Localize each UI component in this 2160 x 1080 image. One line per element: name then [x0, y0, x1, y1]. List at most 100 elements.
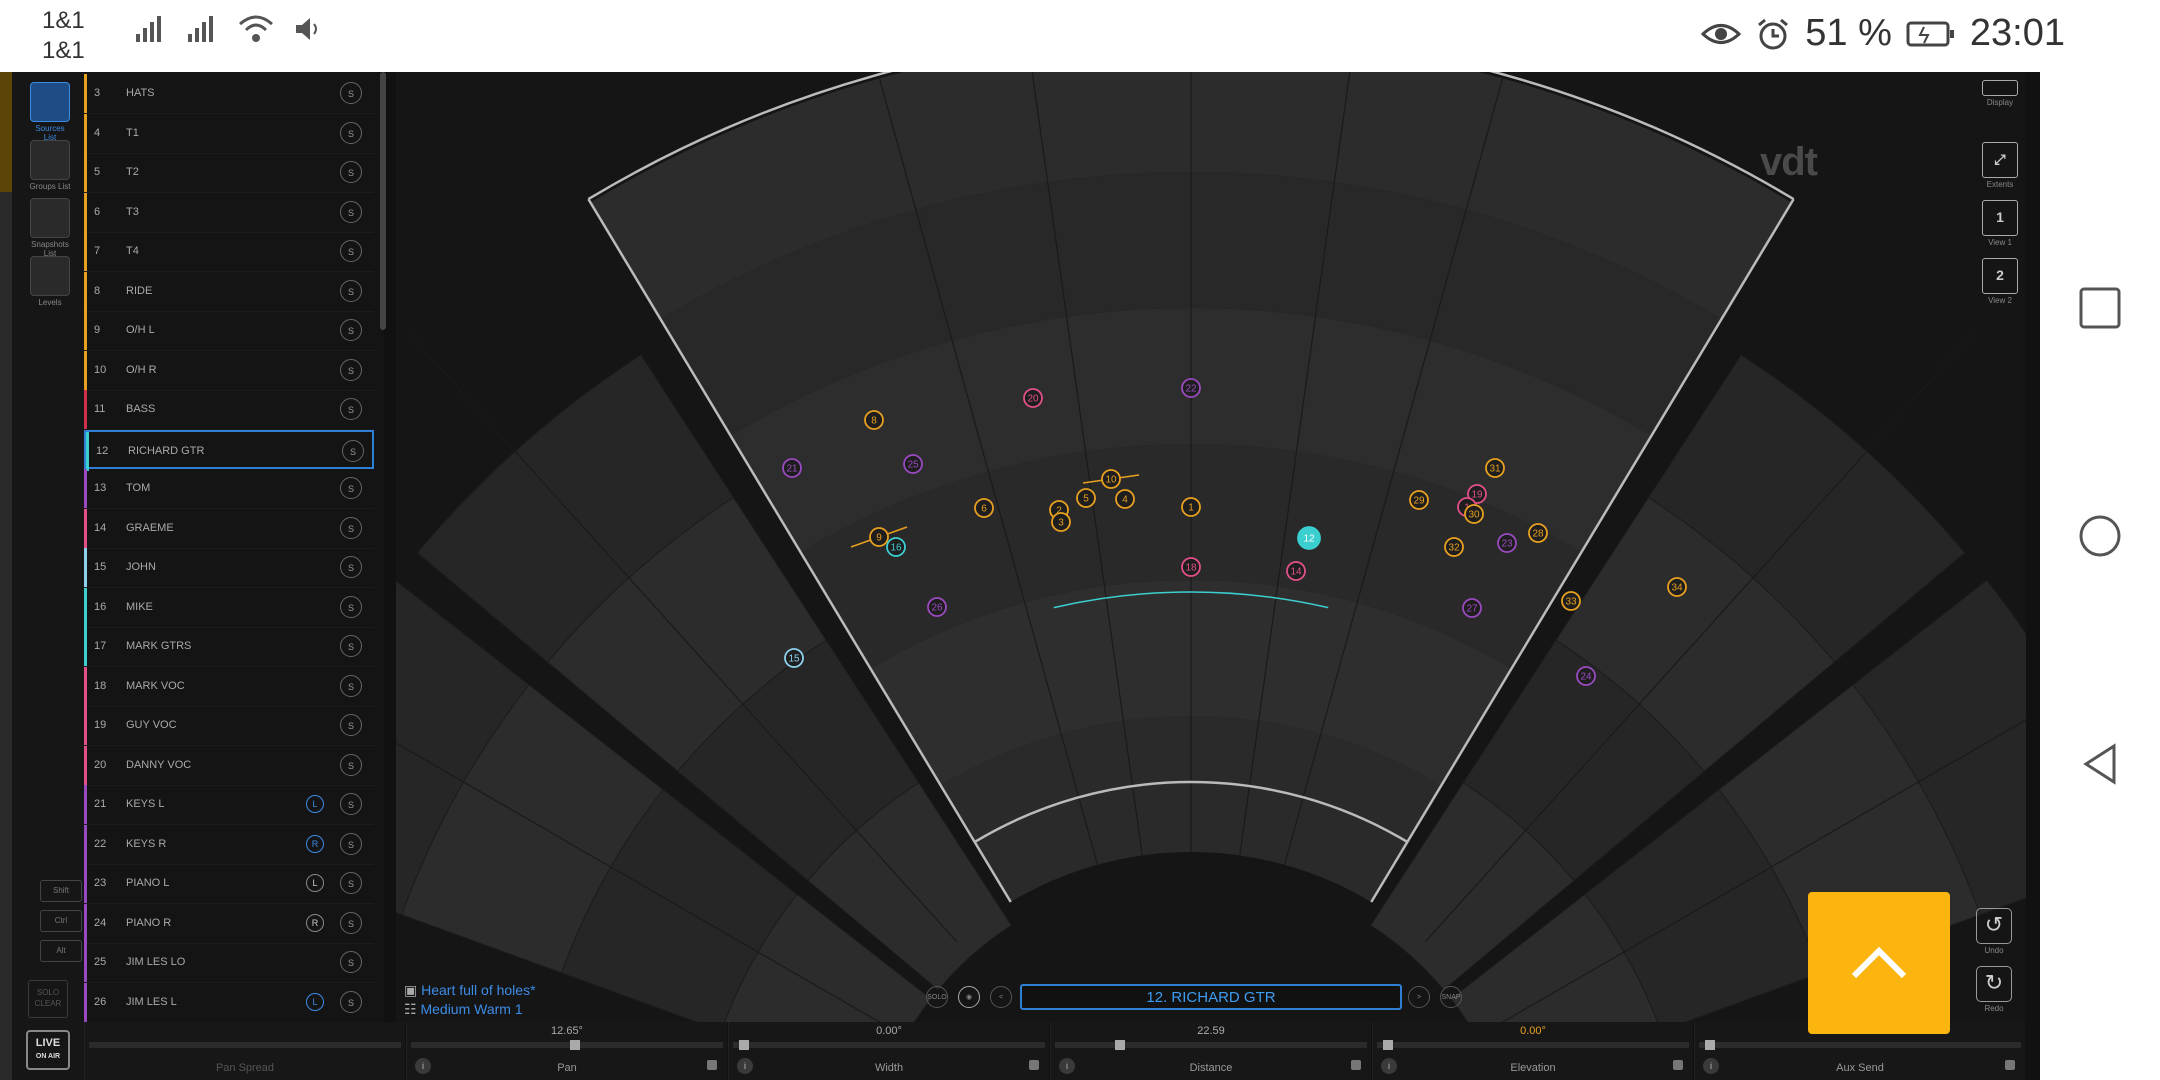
solo-toggle[interactable]: S — [342, 439, 364, 462]
info-icon[interactable]: i — [1059, 1058, 1075, 1074]
source-object-15[interactable]: 15 — [784, 648, 804, 668]
solo-toggle[interactable]: S — [340, 82, 362, 104]
solo-toggle[interactable]: S — [340, 556, 362, 578]
source-row[interactable]: 8 RIDE S — [84, 271, 374, 312]
source-row[interactable]: 9 O/H L S — [84, 311, 374, 351]
source-object-32[interactable]: 32 — [1444, 537, 1464, 557]
source-row[interactable]: 21 KEYS L LS — [84, 785, 374, 825]
source-object-1[interactable]: 1 — [1181, 497, 1201, 517]
solo-toggle[interactable]: S — [340, 279, 362, 302]
solo-toggle[interactable]: S — [340, 200, 362, 223]
param-pan-spread[interactable]: Pan Spread — [84, 1022, 405, 1080]
source-row[interactable]: 18 MARK VOC S — [84, 666, 374, 707]
source-row[interactable]: 12 RICHARD GTR S — [84, 429, 374, 471]
shift-button[interactable]: Shift — [40, 880, 82, 902]
solo-toggle[interactable]: S — [340, 911, 362, 934]
snapshots-list-button[interactable]: Snapshots List — [28, 198, 72, 258]
stereo-link-badge[interactable]: L — [306, 874, 324, 892]
solo-toggle[interactable]: S — [340, 595, 362, 618]
next-source-button[interactable]: > — [1408, 986, 1430, 1008]
param-slider-track[interactable] — [411, 1042, 723, 1048]
source-object-31[interactable]: 31 — [1485, 458, 1505, 478]
solo-toggle[interactable]: S — [340, 516, 362, 539]
param-slider-thumb[interactable] — [570, 1040, 580, 1050]
sources-list-button[interactable]: Sources List — [28, 82, 72, 142]
scroll-up-fab[interactable] — [1808, 892, 1950, 1034]
source-row[interactable]: 17 MARK GTRS S — [84, 627, 374, 667]
source-object-5[interactable]: 5 — [1076, 488, 1096, 508]
source-row[interactable]: 4 T1 S — [84, 113, 374, 154]
source-row[interactable]: 19 GUY VOC S — [84, 706, 374, 746]
lock-icon[interactable] — [2005, 1060, 2015, 1070]
param-slider-track[interactable] — [1377, 1042, 1689, 1048]
solo-toggle[interactable]: S — [340, 477, 362, 499]
lock-icon[interactable] — [1029, 1060, 1039, 1070]
param-slider-track[interactable] — [89, 1042, 401, 1048]
solo-button[interactable]: SOLO — [926, 986, 948, 1008]
ctrl-button[interactable]: Ctrl — [40, 910, 82, 932]
param-slider-thumb[interactable] — [739, 1040, 749, 1050]
snapshot-name[interactable]: ▣ Heart full of holes* — [404, 982, 536, 999]
source-object-22[interactable]: 22 — [1181, 378, 1201, 398]
param-slider-track[interactable] — [1699, 1042, 2021, 1048]
param-width[interactable]: 0.00° Width i — [728, 1022, 1049, 1080]
back-triangle-icon[interactable] — [2078, 742, 2122, 786]
lock-icon[interactable] — [1351, 1060, 1361, 1070]
source-object-25[interactable]: 25 — [903, 454, 923, 474]
source-row[interactable]: 13 TOM S — [84, 469, 374, 509]
stereo-link-badge[interactable]: R — [306, 834, 324, 853]
view-2-button[interactable]: 2 View 2 — [1980, 258, 2020, 305]
source-object-29[interactable]: 29 — [1409, 490, 1429, 510]
source-object-28[interactable]: 28 — [1528, 523, 1548, 543]
source-object-30[interactable]: 30 — [1464, 504, 1484, 524]
info-icon[interactable]: i — [1381, 1058, 1397, 1074]
solo-toggle[interactable]: S — [340, 951, 362, 973]
param-slider-thumb[interactable] — [1705, 1040, 1715, 1050]
selected-source-field[interactable]: 12. RICHARD GTR — [1020, 984, 1402, 1010]
source-object-27[interactable]: 27 — [1462, 598, 1482, 618]
info-icon[interactable]: i — [415, 1058, 431, 1074]
redo-button[interactable]: ↻ Redo — [1976, 966, 2012, 1013]
source-row[interactable]: 16 MIKE S — [84, 587, 374, 628]
lock-icon[interactable] — [707, 1060, 717, 1070]
source-row[interactable]: 3 HATS S — [84, 74, 374, 114]
solo-toggle[interactable]: S — [340, 121, 362, 144]
info-icon[interactable]: i — [737, 1058, 753, 1074]
source-row[interactable]: 6 T3 S — [84, 192, 374, 233]
source-row[interactable]: 11 BASS S — [84, 390, 374, 430]
source-object-4[interactable]: 4 — [1115, 489, 1135, 509]
solo-toggle[interactable]: S — [340, 161, 362, 183]
param-slider-thumb[interactable] — [1115, 1040, 1125, 1050]
solo-toggle[interactable]: S — [340, 832, 362, 855]
solo-toggle[interactable]: S — [340, 240, 362, 262]
extents-button[interactable]: ⤢ Extents — [1980, 142, 2020, 189]
solo-toggle[interactable]: S — [340, 398, 362, 420]
source-object-12[interactable]: 12 — [1297, 526, 1321, 550]
source-row[interactable]: 26 JIM LES L LS — [84, 982, 374, 1022]
source-row[interactable]: 10 O/H R S — [84, 350, 374, 391]
param-slider-thumb[interactable] — [1383, 1040, 1393, 1050]
source-object-20[interactable]: 20 — [1023, 388, 1043, 408]
source-row[interactable]: 15 JOHN S — [84, 548, 374, 588]
source-row[interactable]: 20 DANNY VOC S — [84, 745, 374, 786]
sources-scrollbar[interactable] — [380, 72, 386, 330]
source-row[interactable]: 5 T2 S — [84, 153, 374, 193]
undo-button[interactable]: ↺ Undo — [1976, 908, 2012, 955]
eye-toggle-icon[interactable]: ◉ — [958, 986, 980, 1008]
source-object-6[interactable]: 6 — [974, 498, 994, 518]
solo-toggle[interactable]: S — [340, 319, 362, 341]
view-1-button[interactable]: 1 View 1 — [1980, 200, 2020, 247]
solo-toggle[interactable]: S — [340, 635, 362, 657]
source-object-3[interactable]: 3 — [1051, 512, 1071, 532]
source-row[interactable]: 22 KEYS R RS — [84, 824, 374, 865]
levels-button[interactable]: Levels — [28, 256, 72, 307]
solo-toggle[interactable]: S — [340, 793, 362, 815]
preset-name[interactable]: ☷ Medium Warm 1 — [404, 1001, 523, 1018]
home-circle-icon[interactable] — [2078, 514, 2122, 558]
source-object-16[interactable]: 16 — [886, 537, 906, 557]
stage-view[interactable]: 2220821251062354191626151812142931191303… — [396, 72, 2026, 1022]
param-elevation[interactable]: 0.00° Elevation i — [1372, 1022, 1693, 1080]
solo-toggle[interactable]: S — [340, 990, 362, 1013]
alt-button[interactable]: Alt — [40, 940, 82, 962]
param-pan[interactable]: 12.65° Pan i — [406, 1022, 727, 1080]
